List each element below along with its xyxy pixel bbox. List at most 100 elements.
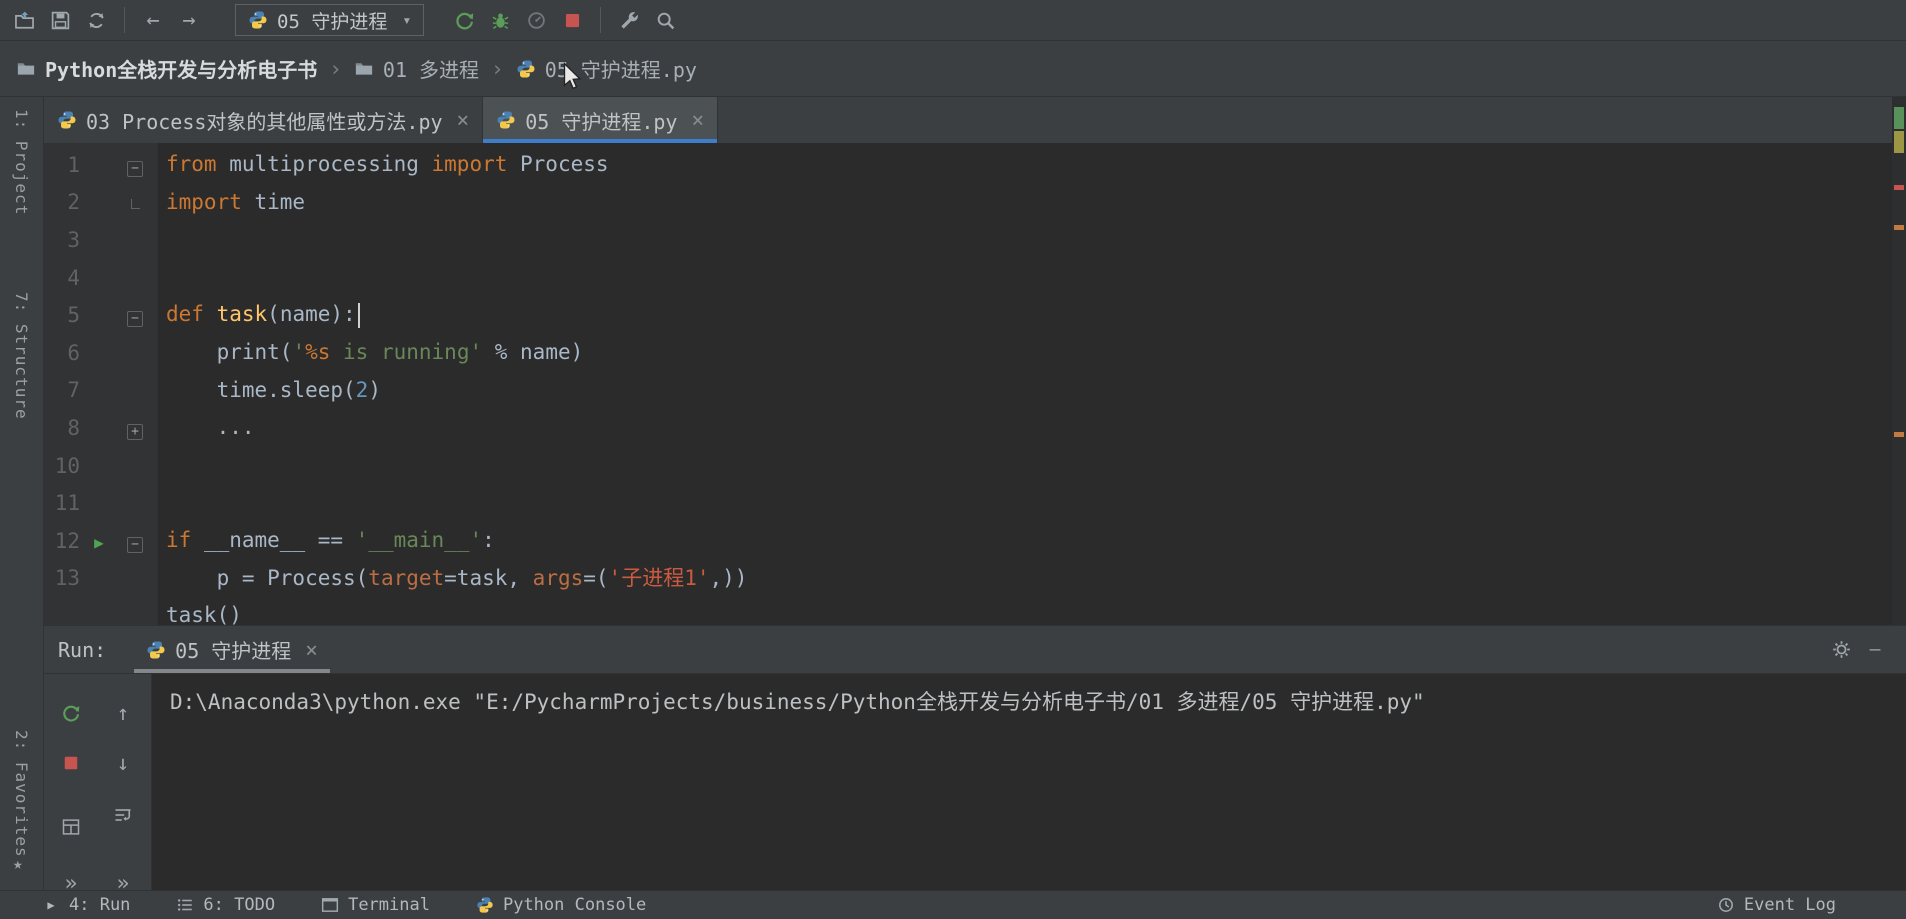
- close-icon[interactable]: ×: [691, 108, 704, 132]
- stop-console-icon[interactable]: [52, 746, 90, 780]
- inspection-indicator[interactable]: [1894, 107, 1904, 129]
- open-file-icon[interactable]: [6, 4, 42, 36]
- python-icon: [496, 110, 516, 130]
- run-line-icon[interactable]: ▶: [94, 533, 104, 552]
- fold-expand-icon[interactable]: +: [127, 423, 143, 440]
- breadcrumb-separator-icon: ›: [491, 56, 504, 81]
- fold-collapse-icon[interactable]: −: [127, 311, 143, 328]
- run-tab-label: 05 守护进程: [175, 639, 292, 663]
- status-bar: ▶ 4: Run 6: TODO Terminal Python Console…: [0, 890, 1906, 919]
- hide-panel-icon[interactable]: —: [1858, 634, 1892, 666]
- line-number: 8: [67, 415, 80, 440]
- inspection-indicator[interactable]: [1894, 131, 1904, 153]
- code-line[interactable]: time.sleep(2): [166, 372, 1892, 410]
- line-number: 1: [67, 152, 80, 177]
- close-icon[interactable]: ×: [457, 108, 470, 132]
- toolwindow-python-console-button[interactable]: Python Console: [476, 895, 646, 915]
- code-line[interactable]: [166, 259, 1892, 297]
- terminal-icon: [321, 896, 339, 914]
- code-line[interactable]: from multiprocessing import Process: [166, 146, 1892, 184]
- breadcrumb-separator-icon: ›: [329, 56, 342, 81]
- code-line[interactable]: ...: [166, 409, 1892, 447]
- back-icon[interactable]: ←: [135, 4, 171, 36]
- error-stripe-mark[interactable]: [1894, 225, 1904, 230]
- sync-icon[interactable]: [78, 4, 114, 36]
- tab-process-attrs-file[interactable]: 03 Process对象的其他属性或方法.py ×: [44, 97, 484, 143]
- folder-icon: [354, 59, 374, 79]
- code-line[interactable]: [166, 221, 1892, 259]
- editor-code[interactable]: from multiprocessing import Process impor…: [158, 143, 1892, 625]
- console-output[interactable]: D:\Anaconda3\python.exe "E:/PycharmProje…: [152, 674, 1906, 890]
- python-icon: [516, 59, 536, 79]
- sidebar-item-favorites[interactable]: 2: Favorites: [12, 730, 31, 858]
- toolwindow-terminal-button[interactable]: Terminal: [321, 895, 430, 915]
- fold-collapse-icon[interactable]: −: [127, 536, 143, 553]
- editor: 1 − 2 3 4 5 − 6 7 8 +10 11 12 ▶ − 13 from multiprocessi…: [44, 143, 1892, 625]
- down-arrow-icon[interactable]: ↓: [104, 746, 142, 780]
- toolwindow-terminal-label: Terminal: [348, 895, 430, 915]
- code-line[interactable]: task(): [166, 597, 1892, 625]
- run-config-selector[interactable]: 05 守护进程 ▾: [235, 4, 425, 36]
- toolwindow-todo-button[interactable]: 6: TODO: [176, 895, 275, 915]
- toolwindow-todo-label: 6: TODO: [203, 895, 276, 915]
- toolwindow-python-console-label: Python Console: [502, 895, 647, 915]
- sidebar-item-structure[interactable]: 7: Structure: [12, 292, 31, 420]
- settings-gear-icon[interactable]: [1824, 634, 1858, 666]
- save-icon[interactable]: [42, 4, 78, 36]
- error-stripe-mark[interactable]: [1894, 432, 1904, 437]
- code-line[interactable]: [166, 484, 1892, 522]
- breadcrumb-item-project[interactable]: Python全栈开发与分析电子书: [45, 54, 317, 83]
- search-icon[interactable]: [647, 4, 683, 36]
- play-icon: ▶: [47, 898, 55, 912]
- event-log-button[interactable]: Event Log: [1717, 895, 1836, 915]
- soft-wrap-icon[interactable]: [104, 798, 142, 832]
- tab-daemon-file[interactable]: 05 守护进程.py ×: [483, 97, 719, 143]
- code-line[interactable]: import time: [166, 184, 1892, 222]
- tab-label: 03 Process对象的其他属性或方法.py: [86, 109, 443, 134]
- debug-icon[interactable]: [482, 4, 518, 36]
- stop-icon[interactable]: [554, 4, 590, 36]
- sidebar-item-project[interactable]: 1: Project: [12, 109, 31, 215]
- text-caret: [357, 302, 360, 328]
- scrollbar-error-stripe[interactable]: [1892, 97, 1906, 625]
- close-icon[interactable]: ×: [305, 638, 318, 662]
- code-line[interactable]: [166, 447, 1892, 485]
- profile-icon[interactable]: [518, 4, 554, 36]
- toolwindow-run-label: 4: Run: [69, 895, 131, 915]
- chevron-down-icon: ▾: [402, 11, 412, 29]
- mouse-cursor: [560, 62, 584, 92]
- restore-layout-icon[interactable]: [52, 810, 90, 844]
- code-line[interactable]: print('%s is running' % name): [166, 334, 1892, 372]
- breadcrumb-item-dir[interactable]: 01 多进程: [383, 54, 479, 83]
- todo-icon: [176, 896, 194, 914]
- toolbar-divider: [600, 7, 602, 33]
- line-number: 2: [67, 190, 80, 215]
- line-number: 5: [67, 303, 80, 328]
- ide-window: ← → 05 守护进程 ▾ Python全栈开发与分析电子书 › 01 多进程 …: [0, 0, 1906, 919]
- editor-tab-bar: 03 Process对象的其他属性或方法.py × 05 守护进程.py ×: [44, 97, 1892, 143]
- line-number: 10: [54, 453, 80, 478]
- forward-icon[interactable]: →: [171, 4, 207, 36]
- event-log-label: Event Log: [1743, 895, 1836, 915]
- toolbar-divider: [124, 7, 125, 33]
- wrench-icon[interactable]: [611, 4, 647, 36]
- main-toolbar: ← → 05 守护进程 ▾: [0, 0, 1906, 41]
- run-tab[interactable]: 05 守护进程 ×: [134, 626, 330, 673]
- error-stripe-mark[interactable]: [1894, 185, 1904, 190]
- toolwindow-run-button[interactable]: ▶ 4: Run: [42, 895, 130, 915]
- fold-end-icon: [130, 199, 140, 210]
- rerun-icon[interactable]: [52, 696, 90, 730]
- line-number: 4: [67, 265, 80, 290]
- run-panel-header: Run: 05 守护进程 × —: [44, 626, 1906, 674]
- python-icon: [146, 640, 166, 660]
- line-number: 7: [67, 378, 80, 403]
- line-number: 13: [54, 566, 80, 591]
- code-line[interactable]: p = Process(target=task, args=('子进程1',)): [166, 560, 1892, 598]
- fold-collapse-icon[interactable]: −: [127, 160, 143, 177]
- code-line[interactable]: def task(name):: [166, 296, 1892, 334]
- python-icon: [57, 110, 77, 130]
- code-line[interactable]: if __name__ == '__main__':: [166, 522, 1892, 560]
- up-arrow-icon[interactable]: ↑: [104, 696, 142, 730]
- run-icon[interactable]: [446, 4, 482, 36]
- line-number: 3: [67, 227, 80, 252]
